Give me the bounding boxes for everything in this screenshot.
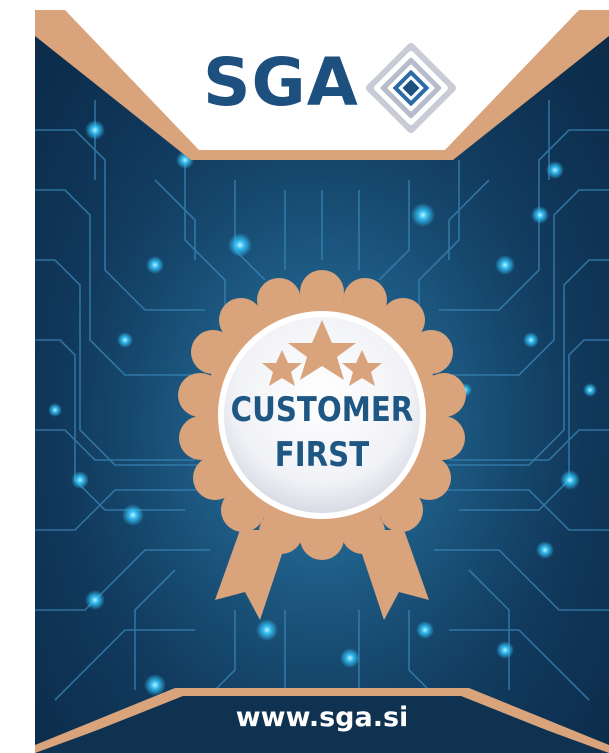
badge-line-first: FIRST — [274, 435, 370, 475]
poster: SGA CUSTOMER FIRST www.sga.si — [35, 10, 609, 753]
brand-logo-text: SGA — [203, 44, 359, 121]
website-url[interactable]: www.sga.si — [35, 704, 609, 731]
diamond-squares-icon — [365, 42, 457, 134]
badge-line-customer: CUSTOMER — [230, 390, 414, 430]
circuit-background — [35, 10, 609, 753]
